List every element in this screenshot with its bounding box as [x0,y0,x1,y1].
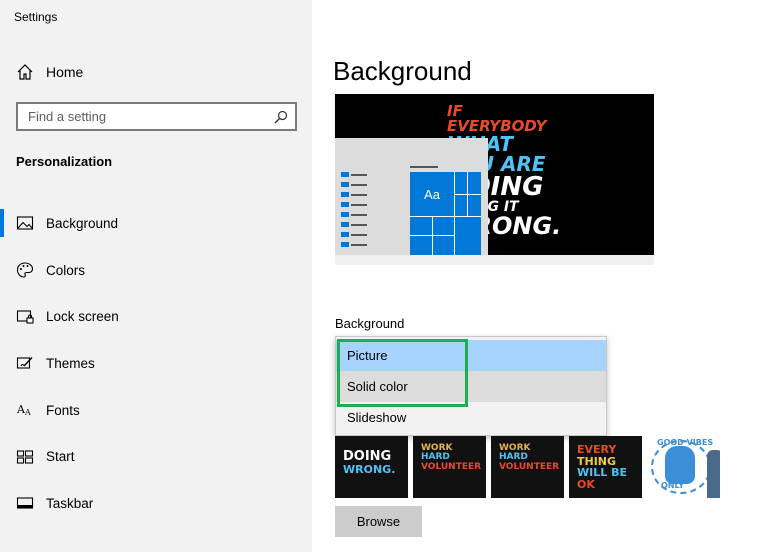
picture-thumbnail[interactable]: GOOD VIBES ONLY [647,436,720,498]
fonts-icon: A A [16,403,31,417]
preview-tile-label: Aa [424,186,440,202]
dropdown-option-picture[interactable]: Picture [336,340,606,371]
thumb-decoration [707,450,720,498]
sidebar-item-label: Taskbar [46,495,94,511]
thumb-text: ONLY [661,481,685,490]
start-icon [16,450,34,464]
thumb-text: DOING [343,449,392,464]
picture-thumbnail[interactable]: DOING WRONG. [335,436,408,498]
preview-start-list [341,168,367,255]
background-type-label: Background [335,316,405,331]
preview-taskbar [335,255,654,265]
sidebar-item-start[interactable]: Start [0,433,312,480]
dropdown-option-solid-color[interactable]: Solid color [336,371,606,402]
sidebar-item-label: Themes [46,355,95,371]
thumb-text: OK [577,477,595,491]
search-box[interactable] [16,102,297,131]
sidebar-item-fonts[interactable]: A A Fonts [0,387,312,434]
sidebar-item-background[interactable]: Background [0,200,312,247]
sidebar-item-colors[interactable]: Colors [0,247,312,294]
svg-text:A: A [24,408,31,417]
dropdown-option-slideshow[interactable]: Slideshow [336,402,606,433]
thumb-text: WRONG. [343,462,396,476]
sidebar-item-label: Fonts [46,402,80,418]
palette-icon [16,262,34,278]
background-preview: IF EVERYBODY WHAT YOU ARE DOING DOING IT… [335,94,654,265]
background-type-dropdown[interactable]: Picture Solid color Slideshow [335,336,607,436]
sidebar-item-themes[interactable]: Themes [0,340,312,387]
picture-thumbnail[interactable]: EVERY THING WILL BE OK [569,436,642,498]
taskbar-icon [16,497,34,510]
picture-thumbnail[interactable]: WORK HARD VOLUNTEER [413,436,486,498]
sidebar-item-label: Background [46,215,119,231]
browse-button[interactable]: Browse [335,506,422,537]
preview-tiles: Aa [410,172,481,255]
recent-pictures: DOING WRONG. WORK HARD VOLUNTEER WORK HA… [335,436,725,498]
thumb-text: EVERY [577,443,617,456]
sidebar-item-taskbar[interactable]: Taskbar [0,480,312,527]
thumb-text: VOLUNTEER [499,461,560,472]
sidebar-item-label: Colors [46,262,86,278]
poster-line: IF EVERYBODY [447,102,547,135]
picture-icon [16,216,34,230]
sidebar-item-label: Lock screen [46,309,119,325]
thumb-decoration [665,446,695,484]
nav-list: Background Colors Lock screen Themes A A… [0,200,312,527]
picture-thumbnail[interactable]: WORK HARD VOLUNTEER [491,436,564,498]
home-nav-item[interactable]: Home [16,61,83,83]
sidebar-item-lock-screen[interactable]: Lock screen [0,293,312,340]
sidebar: Settings Home Personalization Background [0,0,312,552]
thumb-text: WILL BE [577,466,627,480]
home-icon [17,64,33,80]
lock-screen-icon [16,310,34,324]
search-icon[interactable] [273,109,289,125]
home-label: Home [46,64,84,80]
themes-icon [16,357,33,369]
thumb-text: GOOD VIBES [657,438,714,447]
app-title: Settings [14,10,58,24]
page-title: Background [333,56,472,86]
sidebar-item-label: Start [46,449,75,465]
thumb-text: VOLUNTEER [421,461,482,472]
preview-window: Aa [335,138,488,255]
section-title: Personalization [16,154,113,169]
search-input[interactable] [28,109,273,124]
